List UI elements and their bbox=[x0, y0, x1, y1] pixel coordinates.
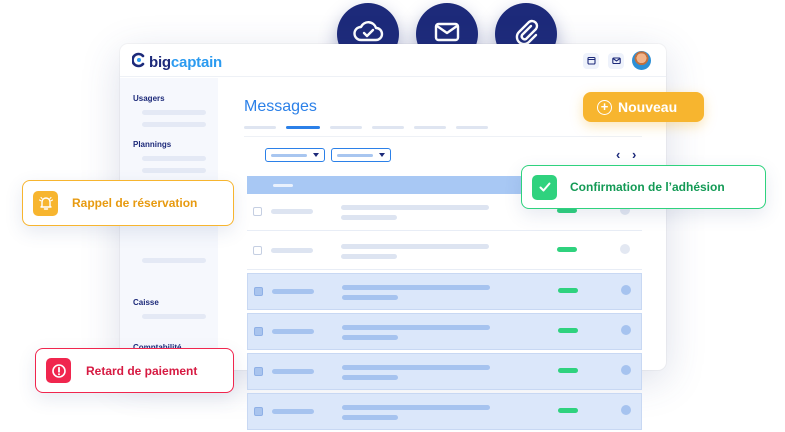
cell-placeholder bbox=[271, 209, 313, 214]
table-row[interactable] bbox=[247, 393, 642, 430]
table-row[interactable] bbox=[247, 233, 642, 270]
plus-icon: + bbox=[597, 99, 612, 115]
calendar-button[interactable] bbox=[583, 53, 599, 69]
user-avatar[interactable] bbox=[632, 51, 651, 70]
sidebar-section-plannings[interactable]: Plannings bbox=[133, 140, 171, 149]
sidebar-section-usagers[interactable]: Usagers bbox=[133, 94, 165, 103]
row-action[interactable] bbox=[621, 405, 631, 415]
notification-retard-label: Retard de paiement bbox=[86, 363, 198, 378]
cell-placeholder bbox=[341, 215, 397, 220]
tab-divider bbox=[244, 136, 642, 137]
bell-icon bbox=[33, 190, 58, 216]
logo-text: bigcaptain bbox=[149, 54, 222, 71]
status-badge bbox=[558, 368, 578, 373]
notification-confirmation-label: Confirmation de l’adhésion bbox=[570, 180, 725, 194]
cell-placeholder bbox=[272, 329, 314, 334]
cell-placeholder bbox=[272, 409, 314, 414]
notification-rappel[interactable]: Rappel de réservation bbox=[22, 180, 234, 226]
row-checkbox[interactable] bbox=[253, 246, 262, 255]
cell-placeholder bbox=[271, 248, 313, 253]
status-badge bbox=[558, 408, 578, 413]
sidebar-item[interactable] bbox=[142, 122, 206, 127]
filter-dropdown-1[interactable] bbox=[265, 148, 325, 162]
cell-placeholder bbox=[342, 365, 490, 370]
top-bar: bigcaptain bbox=[120, 44, 666, 77]
dropdown-value bbox=[337, 153, 373, 157]
calendar-icon bbox=[586, 52, 596, 70]
column-header bbox=[273, 184, 293, 187]
cell-placeholder bbox=[342, 375, 398, 380]
logo-text-big: big bbox=[149, 54, 171, 71]
logo-text-captain: captain bbox=[170, 54, 223, 71]
cell-placeholder bbox=[272, 289, 314, 294]
tab-3[interactable] bbox=[330, 126, 362, 129]
cell-placeholder bbox=[342, 405, 490, 410]
cell-placeholder bbox=[341, 244, 489, 249]
status-badge bbox=[558, 328, 578, 333]
notification-rappel-label: Rappel de réservation bbox=[72, 196, 198, 210]
sidebar-item[interactable] bbox=[142, 314, 206, 319]
tab-6[interactable] bbox=[456, 126, 488, 129]
cell-placeholder bbox=[342, 415, 398, 420]
notification-retard[interactable]: Retard de paiement bbox=[35, 348, 234, 393]
row-action[interactable] bbox=[620, 244, 630, 254]
alert-circle-icon bbox=[46, 358, 71, 383]
mail-icon bbox=[611, 52, 621, 70]
row-action[interactable] bbox=[621, 285, 631, 295]
bigcaptain-logo[interactable]: bigcaptain bbox=[131, 52, 222, 73]
cell-placeholder bbox=[342, 285, 490, 290]
dropdown-value bbox=[271, 153, 307, 157]
cell-placeholder bbox=[342, 335, 398, 340]
tab-5[interactable] bbox=[414, 126, 446, 129]
tab-1[interactable] bbox=[244, 126, 276, 129]
logo-mark-icon bbox=[131, 52, 146, 73]
table-row[interactable] bbox=[247, 273, 642, 310]
row-checkbox[interactable] bbox=[254, 407, 263, 416]
row-action[interactable] bbox=[621, 325, 631, 335]
check-icon bbox=[532, 174, 557, 200]
sidebar-item[interactable] bbox=[142, 156, 206, 161]
chevron-right-icon[interactable]: › bbox=[632, 148, 636, 162]
row-checkbox[interactable] bbox=[254, 367, 263, 376]
new-button[interactable]: + Nouveau bbox=[583, 92, 704, 122]
sidebar-item[interactable] bbox=[142, 258, 206, 263]
notification-confirmation[interactable]: Confirmation de l’adhésion bbox=[521, 165, 766, 209]
cell-placeholder bbox=[342, 295, 398, 300]
row-action[interactable] bbox=[621, 365, 631, 375]
mail-topbar-button[interactable] bbox=[608, 53, 624, 69]
row-checkbox[interactable] bbox=[254, 287, 263, 296]
sidebar-item[interactable] bbox=[142, 168, 206, 173]
tab-2-active[interactable] bbox=[286, 126, 320, 129]
cell-placeholder bbox=[272, 369, 314, 374]
chevron-left-icon[interactable]: ‹ bbox=[616, 148, 620, 162]
page-title: Messages bbox=[244, 98, 317, 115]
new-button-label: Nouveau bbox=[618, 99, 678, 115]
filter-dropdown-2[interactable] bbox=[331, 148, 391, 162]
sidebar-section-caisse[interactable]: Caisse bbox=[133, 298, 159, 307]
row-checkbox[interactable] bbox=[253, 207, 262, 216]
status-badge bbox=[557, 247, 577, 252]
row-checkbox[interactable] bbox=[254, 327, 263, 336]
table-row[interactable] bbox=[247, 353, 642, 390]
tab-4[interactable] bbox=[372, 126, 404, 129]
sidebar-item[interactable] bbox=[142, 110, 206, 115]
cell-placeholder bbox=[341, 254, 397, 259]
status-badge bbox=[558, 288, 578, 293]
messages-table bbox=[247, 176, 642, 432]
cell-placeholder bbox=[341, 205, 489, 210]
chevron-down-icon bbox=[313, 153, 319, 157]
cell-placeholder bbox=[342, 325, 490, 330]
table-row[interactable] bbox=[247, 313, 642, 350]
chevron-down-icon bbox=[379, 153, 385, 157]
